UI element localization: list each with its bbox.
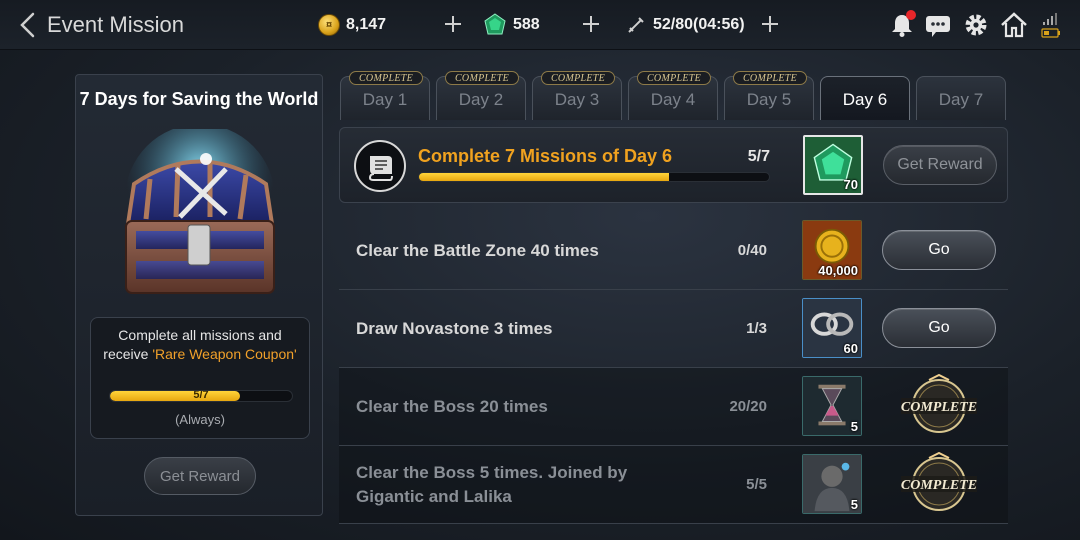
tab-label: Day 7: [938, 90, 984, 109]
notification-dot: [906, 10, 916, 20]
gem-amount: 588: [513, 16, 540, 33]
add-stamina-plus-icon[interactable]: [760, 14, 780, 34]
green-gem-icon: [484, 13, 506, 35]
complete-badge: COMPLETE: [733, 71, 807, 85]
desc-prefix: receive: [103, 346, 153, 362]
tab-label: Day 6: [842, 90, 888, 109]
event-reward-info: Complete all missions and receive 'Rare …: [90, 317, 310, 439]
complete-stamp-icon: COMPLETE: [899, 373, 979, 438]
day-mission-title: Complete 7 Missions of Day 6: [418, 146, 673, 166]
event-progress-text: 5/7: [193, 390, 209, 401]
desc-line-1: Complete all missions and: [118, 327, 282, 343]
tab-day-6[interactable]: Day 6: [820, 76, 910, 120]
mission-row: Draw Novastone 3 times 1/3 60 Go: [339, 290, 1008, 368]
tab-day-1[interactable]: COMPLETE Day 1: [340, 71, 430, 120]
day-tabs: COMPLETE Day 1 COMPLETE Day 2 COMPLETE D…: [340, 71, 1008, 120]
page-title: Event Mission: [47, 12, 184, 37]
mission-progress: 20/20: [729, 398, 767, 415]
day-mission-progress-fill: [419, 173, 669, 181]
mission-name-line-1: Clear the Boss 5 times. Joined by: [356, 463, 628, 482]
mission-progress: 5/5: [746, 476, 767, 493]
mission-row: Clear the Battle Zone 40 times 0/40 40,0…: [339, 212, 1008, 290]
gem-display: 588: [483, 12, 540, 38]
tab-label: Day 2: [458, 90, 504, 109]
tab-day-7[interactable]: Day 7: [916, 76, 1006, 120]
reward-slot[interactable]: 5: [802, 454, 862, 514]
stamina-display: 52/80(04:56): [625, 12, 745, 38]
day-mission-card: Complete 7 Missions of Day 6 5/7 70 Get …: [339, 127, 1008, 203]
event-get-reward-button[interactable]: Get Reward: [144, 457, 256, 495]
chat-icon[interactable]: [924, 11, 952, 39]
complete-badge: COMPLETE: [637, 71, 711, 85]
day-mission-progress-bar: [418, 172, 770, 182]
event-title: 7 Days for Saving the World: [79, 89, 319, 109]
mission-progress: 1/3: [746, 320, 767, 337]
tab-day-4[interactable]: COMPLETE Day 4: [628, 71, 718, 120]
complete-badge: COMPLETE: [541, 71, 615, 85]
complete-badge: COMPLETE: [445, 71, 519, 85]
mission-name-line-2: Gigantic and Lalika: [356, 487, 512, 506]
day-get-reward-button[interactable]: Get Reward: [883, 145, 997, 185]
stamina-amount: 52/80(04:56): [653, 16, 745, 33]
tab-label: Day 5: [746, 90, 792, 109]
reward-slot[interactable]: 70: [803, 135, 863, 195]
back-arrow-icon[interactable]: [18, 12, 40, 38]
desc-line-2: receive 'Rare Weapon Coupon': [91, 345, 309, 364]
reward-amount: 40,000: [818, 263, 858, 278]
tab-label: Day 3: [554, 90, 600, 109]
tab-day-5[interactable]: COMPLETE Day 5: [724, 71, 814, 120]
add-gem-plus-icon[interactable]: [581, 14, 601, 34]
always-label: (Always): [175, 412, 225, 427]
tab-label: Day 4: [650, 90, 696, 109]
mission-name: Clear the Boss 5 times. Joined by Gigant…: [356, 461, 627, 509]
reward-amount: 70: [843, 177, 858, 192]
home-icon[interactable]: [1000, 11, 1028, 39]
event-summary-panel: 7 Days for Saving the World Complete all…: [75, 74, 323, 516]
event-reward-description: Complete all missions and receive 'Rare …: [91, 326, 309, 364]
reward-slot[interactable]: 60: [802, 298, 862, 358]
scroll-icon: [354, 140, 406, 192]
treasure-chest-icon: [106, 124, 294, 319]
reward-amount: 60: [843, 341, 858, 356]
gear-icon[interactable]: [962, 11, 990, 39]
reward-coupon-name: 'Rare Weapon Coupon': [152, 346, 297, 362]
tab-day-2[interactable]: COMPLETE Day 2: [436, 71, 526, 120]
mission-row: Clear the Boss 20 times 20/20 5 COMPLETE: [339, 368, 1008, 446]
reward-slot[interactable]: 5: [802, 376, 862, 436]
gold-coin-icon: ¤: [318, 14, 340, 36]
sword-stamina-icon: [628, 17, 644, 33]
complete-stamp-text: COMPLETE: [901, 478, 977, 493]
mission-name: Clear the Battle Zone 40 times: [356, 241, 599, 260]
mission-name: Draw Novastone 3 times: [356, 319, 553, 338]
event-progress-bar: 5/7: [109, 390, 293, 402]
tab-label: Day 1: [362, 90, 408, 109]
reward-slot[interactable]: 40,000: [802, 220, 862, 280]
go-button[interactable]: Go: [882, 308, 996, 348]
mission-name: Clear the Boss 20 times: [356, 397, 548, 416]
reward-amount: 5: [850, 497, 858, 512]
tab-day-3[interactable]: COMPLETE Day 3: [532, 71, 622, 120]
add-gold-plus-icon[interactable]: [443, 14, 463, 34]
complete-badge: COMPLETE: [349, 71, 423, 85]
gold-display: ¤ 8,147: [318, 12, 386, 38]
signal-battery-icon: [1040, 11, 1062, 39]
gold-amount: 8,147: [346, 16, 387, 33]
day-mission-count: 5/7: [747, 148, 770, 165]
complete-stamp-text: COMPLETE: [901, 400, 977, 415]
top-bar: Event Mission ¤ 8,147 588 52/80(04:56): [0, 0, 1080, 50]
mission-progress: 0/40: [737, 242, 767, 259]
mission-row: Clear the Boss 5 times. Joined by Gigant…: [339, 446, 1008, 524]
go-button[interactable]: Go: [882, 230, 996, 270]
complete-stamp-icon: COMPLETE: [899, 451, 979, 516]
reward-amount: 5: [850, 419, 858, 434]
